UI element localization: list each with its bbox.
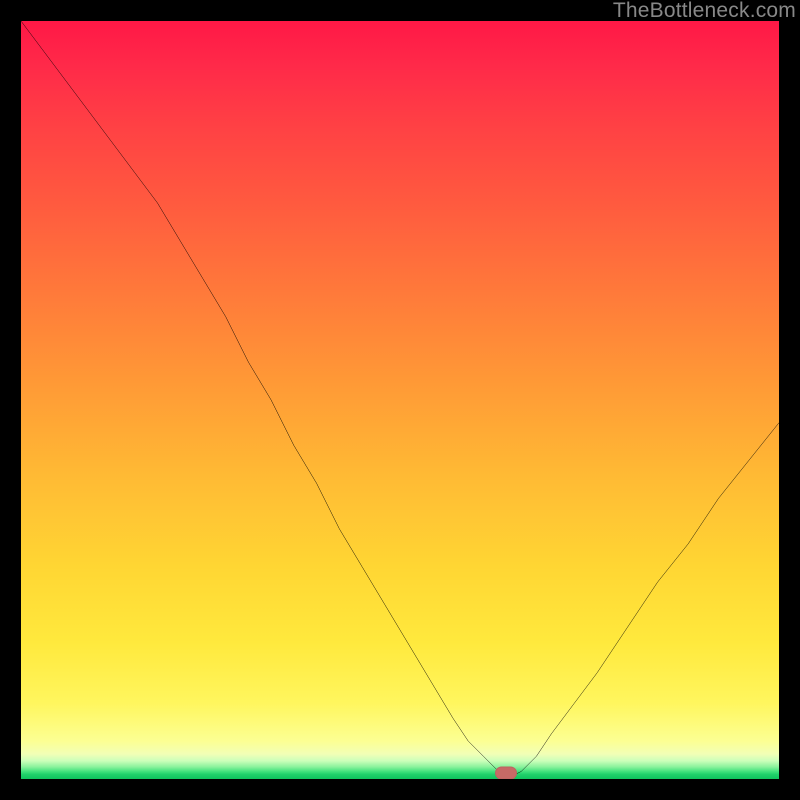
- bottleneck-curve: [21, 21, 779, 779]
- minimum-marker: [495, 767, 517, 780]
- figure-stage: TheBottleneck.com: [0, 0, 800, 800]
- watermark-text: TheBottleneck.com: [613, 0, 796, 21]
- curve-path: [21, 21, 779, 779]
- plot-area: [21, 21, 779, 779]
